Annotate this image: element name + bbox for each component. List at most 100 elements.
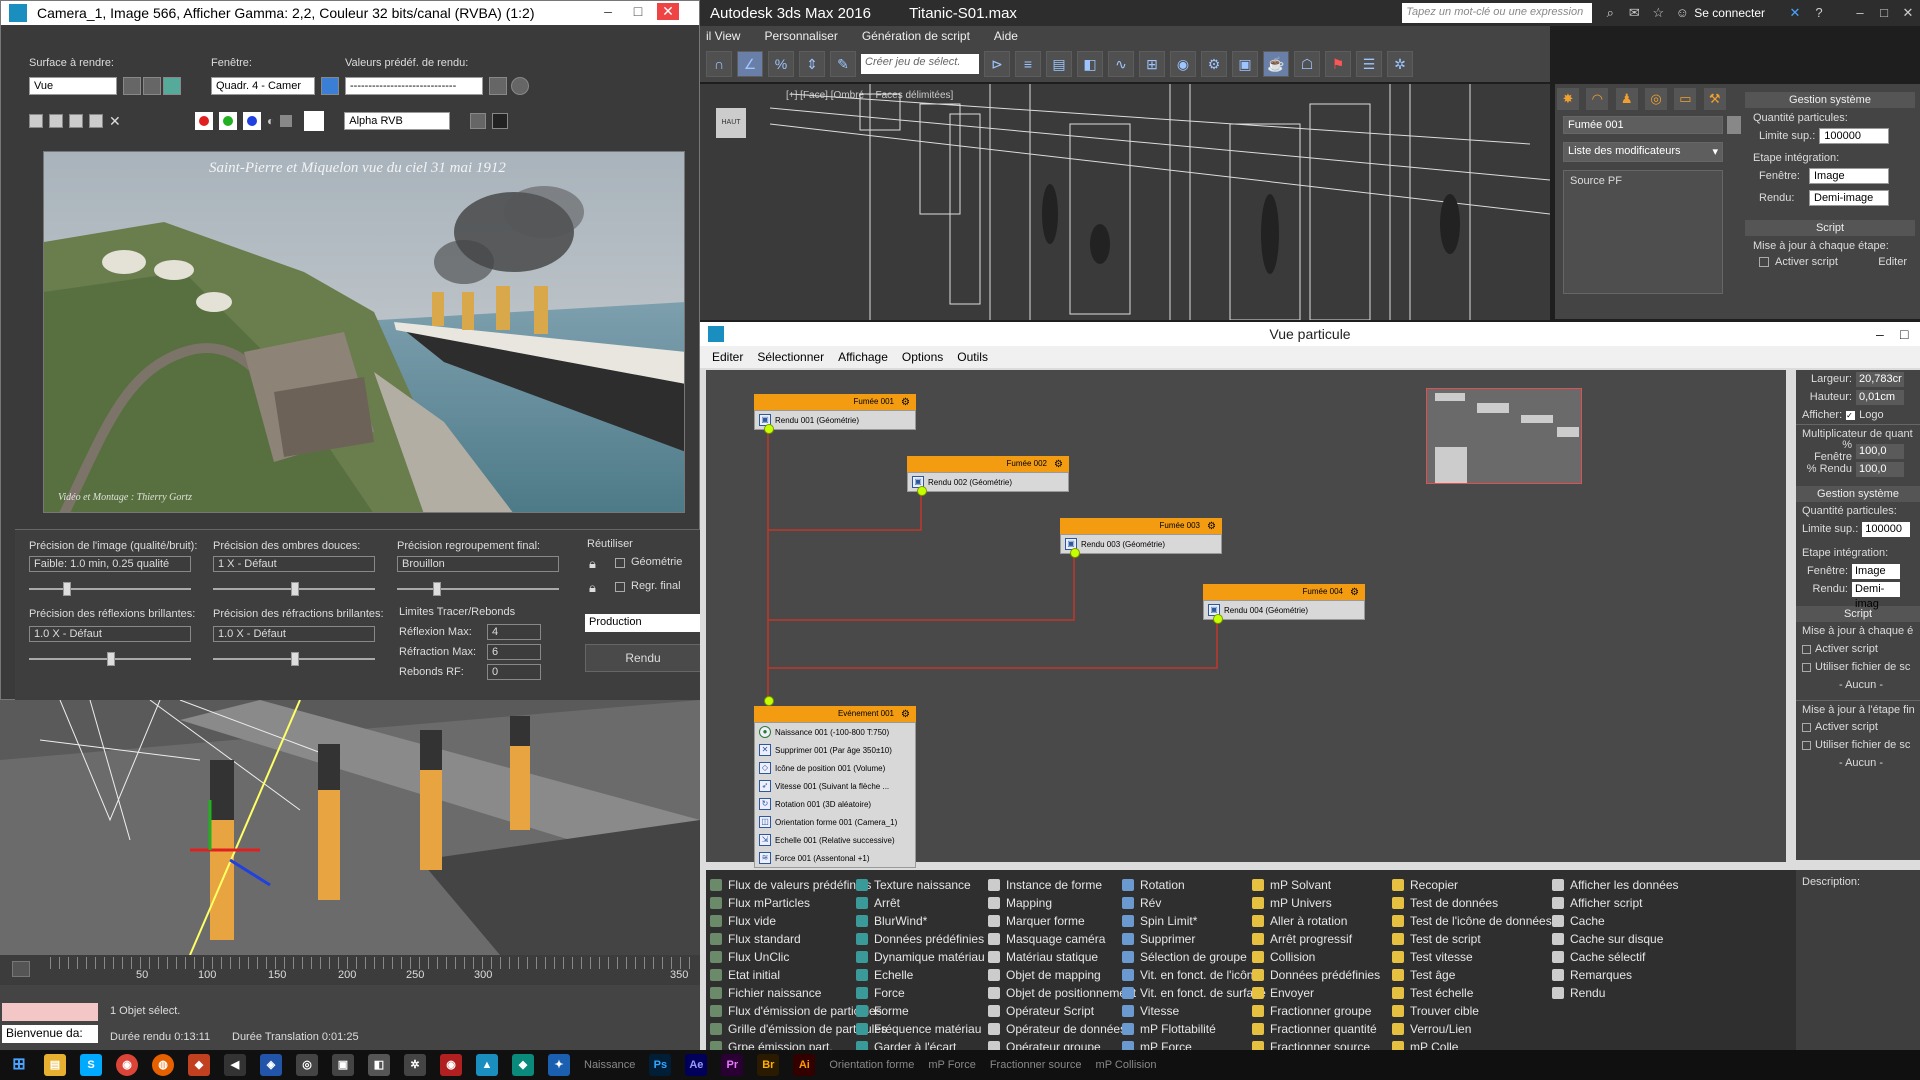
depot-item[interactable]: Vit. en fonct. de l'icône: [1122, 966, 1266, 984]
render-setup-icon[interactable]: [489, 77, 507, 95]
lock-viewport-icon[interactable]: [321, 77, 339, 95]
logo-checkbox[interactable]: ✓: [1846, 410, 1856, 420]
help-icon[interactable]: ?: [1810, 4, 1828, 22]
file-explorer-icon[interactable]: ▤: [44, 1054, 66, 1076]
refractions-slider[interactable]: [213, 652, 375, 666]
depot-item[interactable]: Rotation: [1122, 876, 1266, 894]
clone-window-icon[interactable]: [69, 114, 83, 128]
output-port[interactable]: [1070, 548, 1080, 558]
snap-icon[interactable]: ∩: [706, 51, 732, 77]
environment-icon[interactable]: [511, 77, 529, 95]
production-dropdown[interactable]: Production: [585, 614, 701, 632]
graph-navigator[interactable]: [1426, 388, 1582, 484]
use-script-file-final-checkbox[interactable]: [1802, 740, 1811, 750]
app-icon[interactable]: ▣: [332, 1054, 354, 1076]
activate-script-checkbox[interactable]: [1802, 644, 1811, 654]
input-port[interactable]: [764, 696, 774, 706]
align-icon[interactable]: ≡: [1015, 51, 1041, 77]
slider-thumb[interactable]: [433, 582, 441, 596]
preset-dropdown[interactable]: -----------------------------: [345, 77, 483, 95]
depot-item[interactable]: Verrou/Lien: [1392, 1020, 1552, 1038]
depot-item[interactable]: Fréquence matériau: [856, 1020, 985, 1038]
depot-item[interactable]: Arrêt progressif: [1252, 930, 1380, 948]
depot-item[interactable]: Vit. en fonct. de surface: [1122, 984, 1266, 1002]
soft-shadows-field[interactable]: 1 X - Défaut: [213, 556, 375, 572]
flow-node-smoke-4[interactable]: Fumée 004 ⚙ ▣ Rendu 004 (Géométrie): [1203, 584, 1365, 624]
node-header[interactable]: Fumée 002 ⚙: [907, 456, 1069, 472]
depot-item[interactable]: Envoyer: [1252, 984, 1380, 1002]
photoshop-icon[interactable]: Ps: [649, 1054, 672, 1076]
depot-item[interactable]: BlurWind*: [856, 912, 985, 930]
close-icon[interactable]: ✕: [1899, 4, 1917, 22]
copy-image-icon[interactable]: [49, 114, 63, 128]
windows-start-icon[interactable]: ⊞: [8, 1054, 30, 1076]
minimize-icon[interactable]: –: [1876, 322, 1884, 346]
depot-item[interactable]: Instance de forme: [988, 876, 1136, 894]
node-header[interactable]: Fumée 004 ⚙: [1203, 584, 1365, 600]
depot-item[interactable]: Force: [856, 984, 985, 1002]
render-iterative-icon[interactable]: ☖: [1294, 51, 1320, 77]
modifier-list-dropdown[interactable]: Liste des modificateurs ▾: [1563, 142, 1723, 162]
area-dropdown[interactable]: Vue: [29, 77, 117, 95]
menu-display[interactable]: Affichage: [838, 350, 888, 364]
depot-item[interactable]: Remarques: [1552, 966, 1679, 984]
depot-item[interactable]: Opérateur groupe: [988, 1038, 1136, 1050]
maximize-icon[interactable]: □: [627, 3, 649, 19]
red-channel-icon[interactable]: [195, 112, 213, 130]
3dsmax-icon[interactable]: ▲: [476, 1054, 498, 1076]
slider-thumb[interactable]: [63, 582, 71, 596]
gear-icon[interactable]: ⚙: [1054, 457, 1063, 473]
depot-item[interactable]: Matériau statique: [988, 948, 1136, 966]
layer-icon[interactable]: ▤: [1046, 51, 1072, 77]
star-icon[interactable]: ☆: [1649, 4, 1667, 22]
depot-item[interactable]: Texture naissance: [856, 876, 985, 894]
green-channel-icon[interactable]: [219, 112, 237, 130]
skype-icon[interactable]: S: [80, 1054, 102, 1076]
reflection-max-spinner[interactable]: 4: [487, 624, 541, 640]
depot-item[interactable]: Mapping: [988, 894, 1136, 912]
render-setup-icon[interactable]: ⚙: [1201, 51, 1227, 77]
after-effects-icon[interactable]: Ae: [685, 1054, 708, 1076]
depot-item[interactable]: Supprimer: [1122, 930, 1266, 948]
script-file-final-none[interactable]: - Aucun -: [1839, 757, 1883, 769]
depot-item[interactable]: Garder à l'écart: [856, 1038, 985, 1050]
flow-node-smoke-1[interactable]: Fumée 001 ⚙ ▣ Rendu 001 (Géométrie): [754, 394, 916, 434]
render-icon[interactable]: ☕: [1263, 51, 1289, 77]
premiere-icon[interactable]: Pr: [721, 1054, 744, 1076]
output-port[interactable]: [1213, 614, 1223, 624]
depot-item[interactable]: Test de script: [1392, 930, 1552, 948]
depot-item[interactable]: Rév: [1122, 894, 1266, 912]
display-toggle-icon[interactable]: [470, 113, 487, 129]
depot-item[interactable]: Objet de mapping: [988, 966, 1136, 984]
gear-icon[interactable]: ⚙: [1207, 519, 1216, 535]
save-image-icon[interactable]: [29, 114, 43, 128]
app-icon[interactable]: ◉: [440, 1054, 462, 1076]
viewport-front[interactable]: [+] [Face] [Ombré + Faces délimitées] HA…: [700, 84, 1550, 320]
print-icon[interactable]: [89, 114, 103, 128]
binoculars-icon[interactable]: ⌕: [1601, 4, 1619, 22]
slider-thumb[interactable]: [291, 652, 299, 666]
gear-icon[interactable]: ⚙: [901, 707, 910, 723]
timeline[interactable]: 50 100 150 200 250 300 350: [0, 955, 700, 985]
depot-item[interactable]: mP Solvant: [1252, 876, 1380, 894]
operator-row[interactable]: ➶ Vitesse 001 (Suivant la flèche ...: [755, 777, 915, 795]
app-icon[interactable]: ◆: [512, 1054, 534, 1076]
depot-item[interactable]: Spin Limit*: [1122, 912, 1266, 930]
app-icon[interactable]: ◧: [368, 1054, 390, 1076]
operator-row[interactable]: ◇ Icône de position 001 (Volume): [755, 759, 915, 777]
operator-row[interactable]: ● Naissance 001 (-100-800 T:750): [755, 723, 915, 741]
depot-item[interactable]: Cache sélectif: [1552, 948, 1679, 966]
menu-view[interactable]: il View: [706, 29, 740, 43]
depot-item[interactable]: Opérateur Script: [988, 1002, 1136, 1020]
menu-help[interactable]: Aide: [994, 29, 1018, 43]
menu-scripting[interactable]: Génération de script: [862, 29, 970, 43]
image-precision-field[interactable]: Faible: 1.0 min, 0.25 qualité: [29, 556, 191, 572]
timeline-ruler[interactable]: [50, 957, 698, 969]
auto-region-icon[interactable]: [143, 77, 161, 95]
lock-icon[interactable]: 🔒︎: [589, 580, 596, 596]
viewport-dropdown[interactable]: Quadr. 4 - Camer: [211, 77, 315, 95]
render-step-dropdown[interactable]: Demi-imag: [1852, 581, 1900, 610]
image-precision-slider[interactable]: [29, 582, 191, 596]
rollout-header-system[interactable]: Gestion système: [1796, 486, 1920, 502]
frame-toggle-icon[interactable]: [492, 113, 509, 129]
